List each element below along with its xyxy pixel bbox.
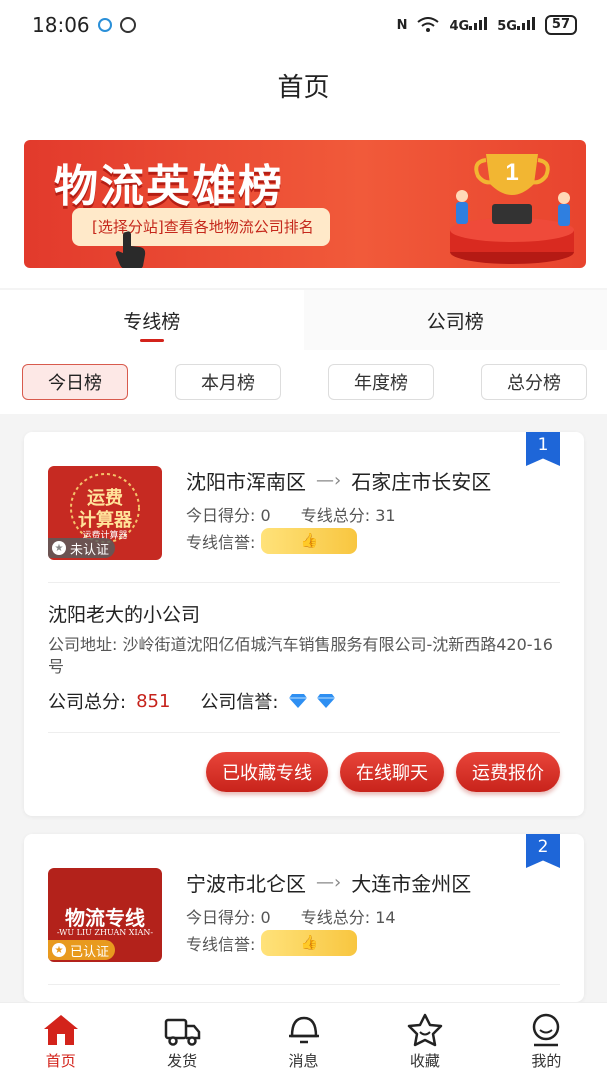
route: 宁波市北仑区 —› 大连市金州区 <box>186 868 471 897</box>
star-icon <box>407 1013 443 1047</box>
today-score: 今日得分: 0 <box>186 908 271 927</box>
tabbar-ship[interactable]: 发货 <box>121 1003 242 1080</box>
online-chat-button[interactable]: 在线聊天 <box>340 752 444 792</box>
truck-icon <box>164 1018 201 1046</box>
route-from: 宁波市北仑区 <box>186 872 306 896</box>
company-address: 公司地址: 沙岭街道沈阳亿佰城汽车销售服务有限公司-沈新西路420-16号 <box>48 635 553 676</box>
status-bar: 18:06 N 4G 5G 57 <box>0 0 607 50</box>
banner-subtitle[interactable]: [选择分站]查看各地物流公司排名 <box>72 208 330 246</box>
tab-active-indicator <box>139 339 164 342</box>
thumb-caption: -WU LIU ZHUAN XIAN- <box>56 928 154 937</box>
line-scores: 今日得分: 0 专线总分: 14 <box>186 904 396 928</box>
route-to: 石家庄市长安区 <box>351 470 492 494</box>
tab-line-ranking[interactable]: 专线榜 <box>0 290 304 350</box>
divider <box>48 984 560 985</box>
tabbar-home[interactable]: 首页 <box>0 1003 121 1080</box>
thumbs-up-icon: 👍 <box>261 528 358 554</box>
card-actions: 已收藏专线 在线聊天 运费报价 <box>206 752 560 792</box>
route-from: 沈阳市浑南区 <box>186 470 306 494</box>
tab-company-ranking[interactable]: 公司榜 <box>303 290 607 350</box>
arrow-right-icon: —› <box>316 470 342 491</box>
thumbs-up-icon: 👍 <box>261 930 358 956</box>
rank-badge: 1 <box>526 432 560 466</box>
line-credit: 专线信誉: 👍 <box>186 930 358 956</box>
home-icon <box>43 1015 78 1045</box>
thumb-line-1: 物流专线 <box>65 906 145 930</box>
tabbar-messages[interactable]: 消息 <box>243 1003 364 1080</box>
banner-title: 物流英雄榜 <box>54 161 284 212</box>
battery-icon: 57 <box>544 15 577 35</box>
line-card[interactable]: 2 物流专线 -WU LIU ZHUAN XIAN- ★ 已认证 宁波市北仑区 … <box>24 834 584 1002</box>
tab-label: 专线榜 <box>123 310 181 333</box>
line-scores: 今日得分: 0 专线总分: 31 <box>186 502 396 526</box>
diamond-icon <box>316 694 335 708</box>
company-total-score: 851 <box>136 690 171 712</box>
filter-year[interactable]: 年度榜 <box>328 364 434 400</box>
speed-icon <box>119 17 136 33</box>
signal-4g-icon: 4G <box>449 16 488 34</box>
message-icon <box>288 1016 319 1044</box>
route: 沈阳市浑南区 —› 石家庄市长安区 <box>186 466 491 495</box>
divider <box>48 732 560 733</box>
bottom-tab-bar: 首页 发货 消息 收藏 我的 <box>0 1002 607 1080</box>
diamond-icon <box>288 694 307 708</box>
banner-section: 物流英雄榜 [选择分站]查看各地物流公司排名 1 <box>0 120 607 288</box>
wifi-icon <box>417 17 440 32</box>
arrow-right-icon: —› <box>316 872 342 893</box>
company-stats: 公司总分: 851 公司信誉: <box>48 688 335 714</box>
star-icon: ★ <box>52 541 66 555</box>
page-header: 首页 <box>0 50 607 120</box>
line-total-score: 专线总分: 31 <box>300 506 396 525</box>
ranking-tabs: 专线榜 公司榜 <box>0 290 607 350</box>
verification-badge: ★ 已认证 <box>48 940 116 960</box>
filter-total[interactable]: 总分榜 <box>481 364 587 400</box>
company-thumbnail: 物流专线 -WU LIU ZHUAN XIAN- ★ 已认证 <box>48 868 162 962</box>
user-icon <box>533 1013 560 1047</box>
pointer-hand-icon <box>115 231 146 268</box>
verification-badge: ★ 未认证 <box>48 538 116 558</box>
route-to: 大连市金州区 <box>351 872 472 896</box>
page-title: 首页 <box>277 72 330 103</box>
trophy-icon: 1 <box>450 154 574 264</box>
period-filters: 今日榜 本月榜 年度榜 总分榜 <box>0 350 607 414</box>
tab-label: 公司榜 <box>426 310 484 333</box>
favorited-line-button[interactable]: 已收藏专线 <box>206 752 328 792</box>
company-name[interactable]: 沈阳老大的小公司 <box>48 600 200 627</box>
signal-5g-icon: 5G <box>497 16 535 34</box>
filter-today[interactable]: 今日榜 <box>22 364 128 400</box>
divider <box>48 582 560 583</box>
status-time: 18:06 <box>32 13 90 37</box>
nfc-icon: N <box>396 17 408 33</box>
filter-month[interactable]: 本月榜 <box>175 364 281 400</box>
tabbar-profile[interactable]: 我的 <box>486 1003 607 1080</box>
trophy-number: 1 <box>505 159 518 186</box>
star-icon: ★ <box>52 943 66 957</box>
line-credit: 专线信誉: 👍 <box>186 528 358 554</box>
sync-icon <box>97 18 112 32</box>
freight-quote-button[interactable]: 运费报价 <box>456 752 560 792</box>
tabbar-favorites[interactable]: 收藏 <box>364 1003 485 1080</box>
line-card[interactable]: 1 运费 计算器 运费计算器 ★ 未认证 沈阳市浑南区 —› 石家庄市长安区 今… <box>24 432 584 816</box>
hero-banner[interactable]: 物流英雄榜 [选择分站]查看各地物流公司排名 1 <box>24 140 586 268</box>
company-thumbnail: 运费 计算器 运费计算器 ★ 未认证 <box>48 466 162 560</box>
today-score: 今日得分: 0 <box>186 506 271 525</box>
rank-badge: 2 <box>526 834 560 868</box>
line-total-score: 专线总分: 14 <box>300 908 396 927</box>
